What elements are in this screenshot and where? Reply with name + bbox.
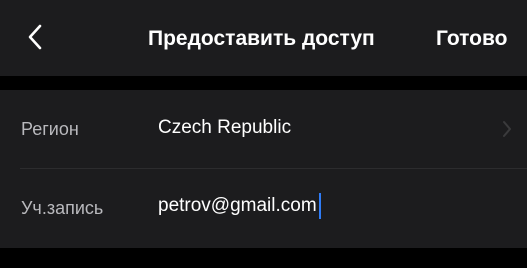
region-value: Czech Republic [158,117,292,138]
account-label: Уч.запись [21,198,104,218]
navigation-bar: Предоставить доступ Готово [0,0,527,76]
form-group: Регион Czech Republic Уч.запись petrov@g… [0,90,527,248]
back-button[interactable] [22,20,48,54]
chevron-right-icon [503,121,511,137]
done-button[interactable]: Готово [436,24,507,54]
region-label: Регион [21,119,79,139]
section-spacer [0,76,527,90]
chevron-left-icon [28,24,42,50]
account-input-value: petrov@gmail.com [158,195,317,216]
text-caret [318,193,321,219]
page-title: Предоставить доступ [148,27,375,50]
account-input[interactable]: petrov@gmail.com [158,191,321,221]
bottom-spacer [0,248,527,268]
account-row: Уч.запись petrov@gmail.com [0,169,527,248]
region-row[interactable]: Регион Czech Republic [0,90,527,169]
